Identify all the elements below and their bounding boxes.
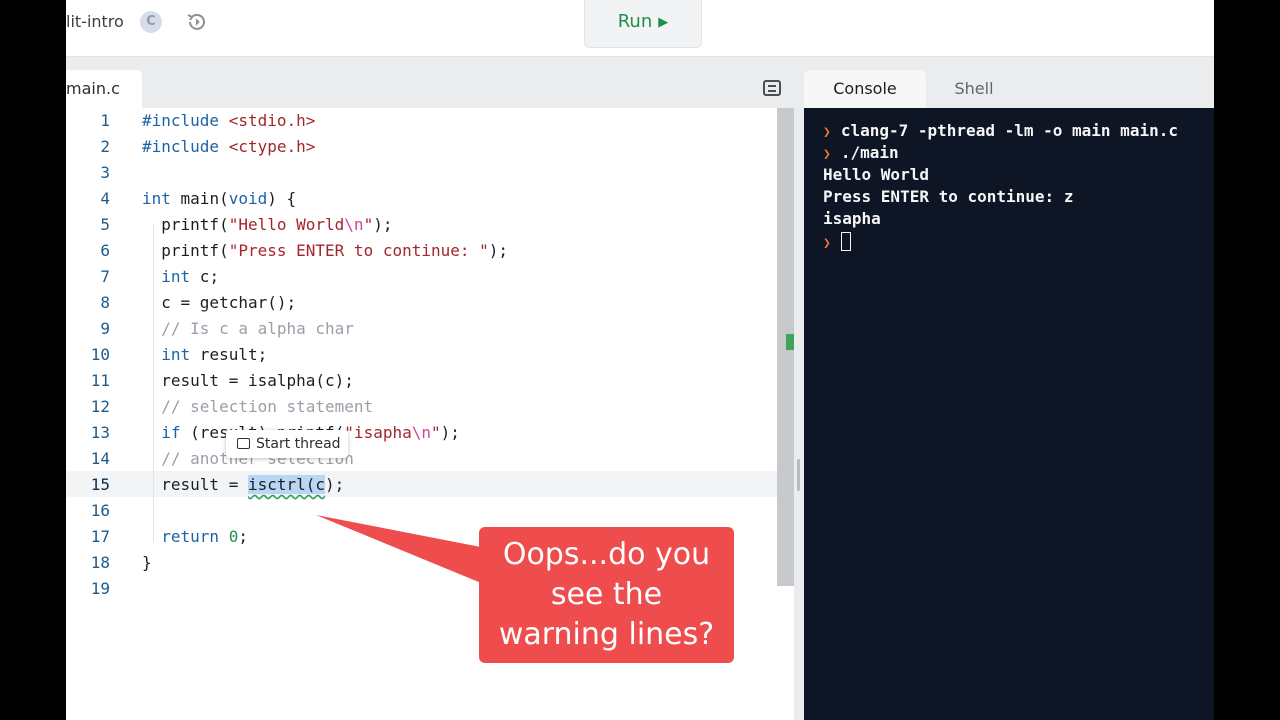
replit-workspace: lit-intro C Run▶ main.c 1 2 3 4 5 6 7 8 xyxy=(66,0,1214,720)
callout-line: see the xyxy=(550,577,663,612)
callout-line: Oops...do you xyxy=(502,537,711,572)
warning-callout: Oops...do you see the warning lines? xyxy=(479,527,734,663)
callout-line: warning lines? xyxy=(498,617,715,652)
